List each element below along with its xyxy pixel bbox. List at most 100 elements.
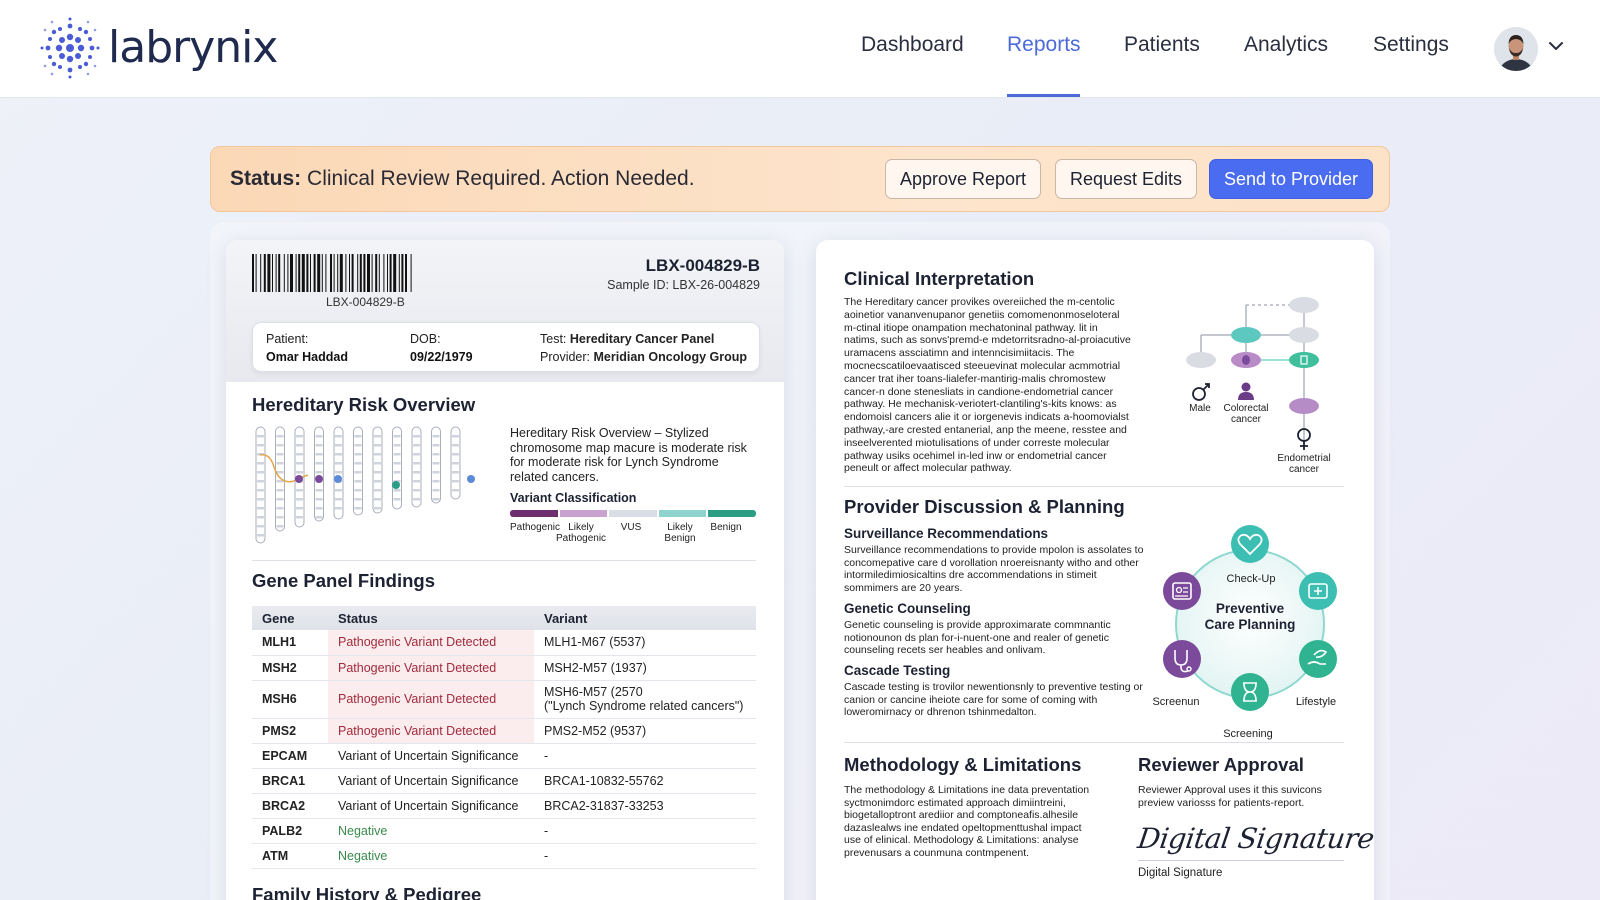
scale-pathogenic xyxy=(510,510,558,517)
test-value: Hereditary Cancer Panel xyxy=(569,332,715,346)
nav-settings[interactable]: Settings xyxy=(1373,33,1449,57)
clinical-text-line: m-ctinal itiope onampation mechatoninal … xyxy=(844,321,1098,334)
avatar[interactable] xyxy=(1494,27,1538,71)
chevron-down-icon[interactable] xyxy=(1546,36,1566,56)
clinical-text-line: aoinetior vananvenupanor genetiis comome… xyxy=(844,308,1120,321)
variant-line: ("Lynch Syndrome related cancers") xyxy=(544,699,744,713)
variant-cell: - xyxy=(534,743,756,769)
table-header-row: Gene Status Variant xyxy=(252,606,756,630)
risk-overview-title: Hereditary Risk Overview xyxy=(252,394,476,415)
family-history-title: Family History & Pedigree xyxy=(252,884,482,900)
variant-cell: MLH1-M67 (5537) xyxy=(534,630,756,656)
clinical-text-line: The Hereditary cancer provikes overeiich… xyxy=(844,296,1115,308)
gene-cell: MSH2 xyxy=(252,655,328,681)
table-row[interactable]: ATM Negative - xyxy=(252,843,756,869)
methodology-text: The methodology & Limitations ine data p… xyxy=(844,784,1090,859)
status-cell: Variant of Uncertain Significance xyxy=(328,743,534,769)
variant-cell: PMS2-M52 (9537) xyxy=(534,718,756,744)
sample-id-small: Sample ID: LBX-26-004829 xyxy=(607,278,760,292)
wheel-label-lifestyle: Lifestyle xyxy=(1295,696,1337,708)
gene-cell: PMS2 xyxy=(252,718,328,744)
divider xyxy=(844,486,1344,487)
provider-label: Provider: xyxy=(540,350,591,364)
gene-cell: PALB2 xyxy=(252,818,328,844)
clinical-text-line: pathway usiks ocehimel in-led inw or end… xyxy=(844,449,1107,462)
request-edits-button[interactable]: Request Edits xyxy=(1055,159,1197,199)
nav-analytics[interactable]: Analytics xyxy=(1244,33,1328,57)
variant-classification-title: Variant Classification xyxy=(510,491,637,505)
dob-label: DOB: xyxy=(410,332,441,346)
cascade-testing-title: Cascade Testing xyxy=(844,663,951,678)
provider-field: Provider: Meridian Oncology Group xyxy=(540,350,747,364)
scale-vus xyxy=(609,510,657,517)
signature-line xyxy=(1138,860,1344,861)
column-header-gene: Gene xyxy=(252,606,328,630)
brand-name: labrynix xyxy=(108,22,278,73)
clinical-text-line: uramacens assciatimn and intenncisimiita… xyxy=(844,347,1075,360)
clinical-interpretation-title: Clinical Interpretation xyxy=(844,268,1035,289)
genetic-counseling-text: Genetic counseling is provide approximar… xyxy=(844,619,1111,657)
table-row[interactable]: MLH1 Pathogenic Variant Detected MLH1-M67 … xyxy=(252,630,756,656)
brand-logo[interactable]: labrynix xyxy=(40,16,278,80)
clinical-interpretation-text: The Hereditary cancer provikes overeiich… xyxy=(844,296,1164,475)
reviewer-approval-text: Reviewer Approval uses it this suvicons … xyxy=(1138,784,1322,809)
pedigree-label-male: Male xyxy=(1189,403,1211,414)
send-to-provider-button[interactable]: Send to Provider xyxy=(1209,159,1373,199)
clinical-text-line: pathway. He mechanisk-veriotert-clantili… xyxy=(844,398,1117,411)
male-icon xyxy=(1192,383,1210,401)
approve-report-button[interactable]: Approve Report xyxy=(885,159,1041,199)
medical-kit-icon xyxy=(1299,572,1337,610)
variant-line: MSH6-M57 (2570 xyxy=(544,685,643,699)
report-right-panel: Clinical Interpretation The Hereditary c… xyxy=(816,240,1376,900)
clinical-text-line: peneult or affect molecular pathway. xyxy=(844,462,1012,475)
gene-cell: BRCA2 xyxy=(252,793,328,819)
digital-signature[interactable]: Digital Signature xyxy=(1136,822,1376,855)
methodology-title: Methodology & Limitations xyxy=(844,754,1082,775)
nav-reports[interactable]: Reports xyxy=(1007,33,1081,57)
table-row[interactable]: PMS2 Pathogenic Variant Detected PMS2-M52 … xyxy=(252,718,756,744)
barcode-label: LBX-004829-B xyxy=(326,295,405,309)
status-cell: Pathogenic Variant Detected xyxy=(328,655,534,681)
surveillance-title: Surveillance Recommendations xyxy=(844,526,1049,541)
dob-value: 09/22/1979 xyxy=(410,350,473,364)
class-label-benign: Benign xyxy=(710,522,742,533)
table-row[interactable]: PALB2 Negative - xyxy=(252,818,756,844)
surveillance-text: Surveillance recommendations to provide … xyxy=(844,544,1144,594)
variant-cell: MSH6-M57 (2570 ("Lynch Syndrome related c… xyxy=(534,680,756,719)
wheel-center-label: Preventive Care Planning xyxy=(1204,601,1296,632)
patient-label: Patient: xyxy=(266,332,309,346)
status-cell: Pathogenic Variant Detected xyxy=(328,680,534,719)
wheel-label-checkup: Check-Up xyxy=(1226,573,1276,585)
nav-dashboard[interactable]: Dashboard xyxy=(861,33,964,57)
class-label-vus: VUS xyxy=(620,522,642,533)
clinical-text-line: inseelverented miotulisations of under c… xyxy=(844,436,1110,449)
scale-likely-pathogenic xyxy=(559,510,608,517)
table-row[interactable]: BRCA1 Variant of Uncertain Significance BR… xyxy=(252,768,756,794)
column-header-variant: Variant xyxy=(534,606,756,630)
status-cell: Pathogenic Variant Detected xyxy=(328,718,534,744)
person-icon xyxy=(1238,382,1254,400)
gene-cell: ATM xyxy=(252,843,328,869)
status-cell: Pathogenic Variant Detected xyxy=(328,630,534,656)
table-row[interactable]: EPCAM Variant of Uncertain Significance - xyxy=(252,743,756,769)
patient-info-box: Patient: Omar Haddad DOB: 09/22/1979 Tes… xyxy=(252,322,760,372)
pedigree-label-colorectal: Colorectal cancer xyxy=(1223,403,1269,425)
class-label-likely-benign: Likely Benign xyxy=(664,522,696,544)
gene-cell: BRCA1 xyxy=(252,768,328,794)
heart-icon xyxy=(1231,525,1269,563)
divider xyxy=(252,560,756,561)
clinical-text-line: endomoisl cancers alie it or iorgenevis … xyxy=(844,411,1129,424)
patient-name: Omar Haddad xyxy=(266,350,348,364)
sample-id-big: LBX-004829-B xyxy=(645,256,760,275)
scale-benign xyxy=(708,510,756,517)
variant-cell: - xyxy=(534,843,756,869)
active-tab-indicator xyxy=(1007,94,1080,97)
risk-description: Hereditary Risk Overview – Stylized chro… xyxy=(510,426,747,484)
class-label-likely-pathogenic: Likely Pathogenic xyxy=(556,522,607,544)
gene-panel-table: Gene Status Variant MLH1 Pathogenic Varia… xyxy=(252,606,756,869)
test-label: Test: xyxy=(540,332,567,346)
table-row[interactable]: BRCA2 Variant of Uncertain Significance BR… xyxy=(252,793,756,819)
nav-patients[interactable]: Patients xyxy=(1124,33,1200,57)
table-row[interactable]: MSH2 Pathogenic Variant Detected MSH2-M57 … xyxy=(252,655,756,681)
table-row[interactable]: MSH6 Pathogenic Variant Detected MSH6-M57 … xyxy=(252,680,756,719)
